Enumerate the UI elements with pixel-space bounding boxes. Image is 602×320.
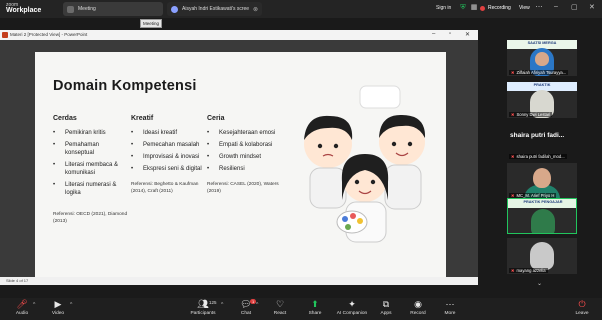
close-window-icon[interactable]: ✕ [589, 3, 595, 11]
avatar [533, 168, 551, 188]
boy-shirt-left [309, 167, 347, 209]
participant-count: 125 [209, 300, 217, 305]
participants-button[interactable]: 👥︎ Participants [183, 298, 223, 320]
list-item: Kesejahteraan emosi [207, 129, 282, 137]
chevron-up-icon[interactable]: ^ [70, 302, 72, 308]
meeting-icon [67, 5, 74, 13]
column-cerdas: Cerdas Pemikiran kritis Pemahaman konsep… [53, 115, 128, 225]
slide-title: Domain Kompetensi [53, 78, 197, 94]
boy-shirt-right [384, 164, 422, 210]
participant-tile[interactable]: ✖ MC_M. Arief Priyo H [507, 163, 577, 199]
participant-tile[interactable]: SAATSI MERGA ✖ Zilfaiah Afiriyah Tsurayya… [507, 40, 577, 76]
share-button[interactable]: ⬆ Share [295, 298, 335, 320]
powerpoint-status-bar: Slide 4 of 17 [0, 277, 478, 285]
participant-tile[interactable]: PRAKTIK ✖ Sonny Dwi Lestari [507, 82, 577, 118]
avatar [530, 242, 554, 270]
share-screen-icon [171, 5, 178, 13]
sparkle-icon: ✦ [348, 299, 356, 309]
participant-name: ✖ Sonny Dwi Lestari [509, 112, 553, 117]
participants-panel: SAATSI MERGA ✖ Zilfaiah Afiriyah Tsurayya… [507, 40, 579, 295]
record-icon: ◉ [414, 299, 422, 309]
close-tab-icon[interactable]: ⊗ [253, 6, 258, 13]
column-heading: Cerdas [53, 115, 77, 122]
minimize-icon[interactable]: – [554, 3, 558, 10]
tab-screen-share[interactable]: Aisyah Indri Estikawati's scree ⊗ [167, 2, 262, 16]
powerpoint-title-bar: Materi 2 [Protected View] - PowerPoint –… [0, 30, 478, 40]
speech-bubble [359, 85, 401, 109]
list-item: Literasi numerasi & logika [53, 181, 128, 197]
children-illustration [304, 85, 426, 243]
chevron-up-icon[interactable]: ^ [33, 302, 35, 308]
tab-meeting[interactable]: Meeting [63, 2, 163, 16]
list-item: Pemikiran kritis [53, 129, 128, 137]
mic-muted-icon: ✖ [511, 268, 515, 273]
share-icon: ⬆ [311, 299, 319, 309]
list-item: Ekspresi seni & digital [131, 165, 206, 173]
list-item: Pemecahan masalah [131, 141, 206, 149]
video-icon: ▶︎ [54, 299, 62, 309]
participant-name: ✖ mayang azzelia [509, 268, 548, 273]
ppt-maximize-icon[interactable]: ▫ [449, 31, 451, 37]
more-button[interactable]: ⋯ More [430, 298, 470, 320]
apps-icon: ⧉ [382, 299, 390, 309]
powerpoint-icon [2, 32, 8, 38]
list-item: Resiliensi [207, 165, 282, 173]
maximize-icon[interactable]: ▢ [571, 3, 578, 11]
title-bar: zoom Workplace Meeting Aisyah Indri Esti… [0, 0, 602, 18]
shield-icon[interactable]: ⛨ [459, 4, 467, 12]
tooltip: Meeting [140, 19, 163, 28]
reference-text: Referensi: OECD (2021), Diamond (2013) [53, 212, 128, 224]
mic-muted-icon: 🎤︎ [16, 299, 28, 309]
sign-in-link[interactable]: Sign in [436, 5, 451, 11]
recording-indicator[interactable]: Recording [480, 5, 511, 11]
heart-icon: ♡ [275, 299, 285, 309]
record-dot-icon [480, 5, 485, 11]
list-item: Growth mindset [207, 153, 282, 161]
chevron-up-icon[interactable]: ^ [221, 302, 223, 308]
ppt-close-icon[interactable]: ✕ [465, 31, 470, 38]
avatar [531, 209, 555, 233]
mic-muted-icon: ✖ [511, 154, 515, 159]
reference-text: Referensi: Beghetto & Kaufman (2014), Cr… [131, 182, 199, 194]
leave-button[interactable]: ⏻ Leave [562, 298, 602, 320]
participant-tile[interactable]: PRAKTIK PENGAJAR [507, 198, 577, 234]
list-item: Empati & kolaborasi [207, 141, 282, 149]
chevron-up-icon[interactable]: ^ [256, 302, 258, 308]
list-item: Improvisasi & inovasi [131, 153, 206, 161]
list-item: Ideasi kreatif [131, 129, 206, 137]
list-item: Literasi membaca & komunikasi [53, 161, 128, 177]
audio-button[interactable]: 🎤︎ Audio [2, 298, 42, 320]
column-heading: Kreatif [131, 115, 154, 122]
mic-muted-icon: ✖ [511, 112, 515, 117]
grid-icon[interactable]: ▦ [470, 4, 478, 12]
more-options-icon[interactable]: ⋯ [535, 4, 543, 12]
meeting-toolbar: 🎤︎ Audio ^ ▶︎ Video ^ 👥︎ Participants 12… [0, 298, 602, 320]
zoom-window: zoom Workplace Meeting Aisyah Indri Esti… [0, 0, 602, 320]
participant-name: ✖ Zilfaiah Afiriyah Tsurayya... [509, 70, 569, 75]
participant-tile[interactable]: ✖ mayang azzelia [507, 238, 577, 274]
list-item: Pemahaman konseptual [53, 141, 128, 157]
reference-text: Referensi: CASEL (2020), Waters (2019) [207, 182, 279, 194]
column-heading: Ceria [207, 115, 225, 122]
shared-screen: Materi 2 [Protected View] - PowerPoint –… [0, 30, 478, 285]
column-ceria: Ceria Kesejahteraan emosi Empati & kolab… [207, 115, 282, 195]
ppt-minimize-icon[interactable]: – [432, 31, 435, 37]
more-icon: ⋯ [445, 299, 455, 309]
leave-icon: ⏻ [578, 299, 586, 309]
slide: Domain Kompetensi Cerdas Pemikiran kriti… [35, 52, 446, 283]
react-button[interactable]: ♡ React [260, 298, 300, 320]
scroll-down-icon[interactable]: ⌄ [537, 280, 542, 287]
zoom-logo: zoom Workplace [6, 2, 42, 14]
view-menu[interactable]: View [519, 5, 530, 11]
participant-tile[interactable]: shaira putri fadi... ✖ shaira putri fadil… [507, 124, 577, 160]
slide-canvas: Domain Kompetensi Cerdas Pemikiran kriti… [0, 40, 478, 283]
participant-name: ✖ shaira putri fadilah_mod... [509, 154, 567, 159]
participants-icon: 👥︎ [197, 299, 209, 309]
column-kreatif: Kreatif Ideasi kreatif Pemecahan masalah… [131, 115, 206, 195]
mic-muted-icon: ✖ [511, 70, 515, 75]
